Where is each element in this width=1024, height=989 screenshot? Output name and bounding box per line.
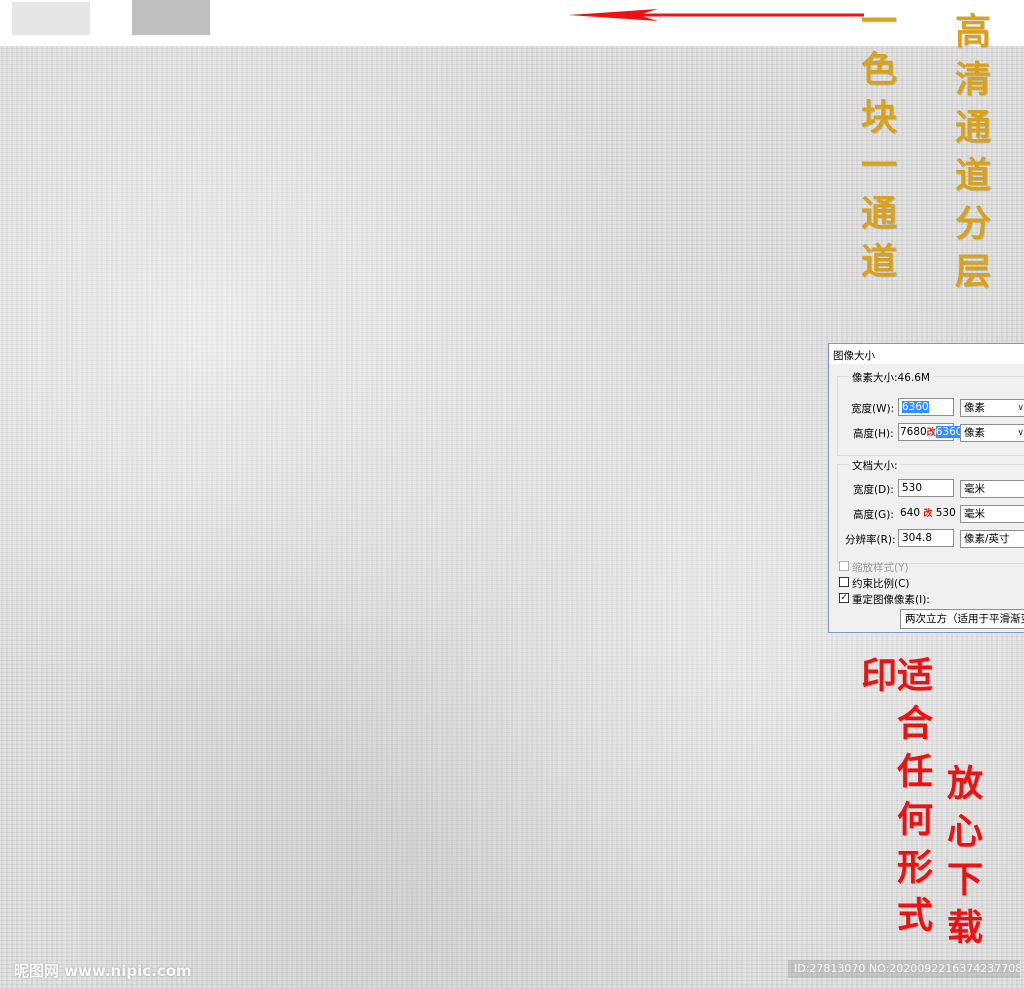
constrain-proportions-checkbox[interactable] [839,577,849,587]
pixel-size-label: 像素大小:46.6M [849,370,933,385]
pixel-height-unit-select[interactable]: 像素 ∨ [960,424,1024,442]
scale-styles-checkbox[interactable] [839,561,849,571]
arrow-left-icon [568,9,864,21]
resolution-unit-select[interactable]: 像素/英寸 [960,530,1024,548]
pixel-width-label: 宽度(W): [851,403,895,415]
doc-height-label: 高度(G): [853,509,894,521]
image-size-dialog: 图像大小 像素大小:46.6M 宽度(W): 6360 像素 ∨ 高度(H): 7… [828,343,1024,633]
resample-method-select[interactable]: 两次立方（适用于平滑渐变 [900,609,1024,629]
constrain-proportions-label: 约束比例(C) [852,578,910,590]
resolution-input[interactable]: 304.8 [898,529,954,547]
pixel-height-input[interactable]: 7680改6360 [898,423,963,441]
doc-height-input[interactable]: 640 改 530 [898,504,956,522]
dialog-title: 图像大小 [833,350,875,362]
doc-width-label: 宽度(D): [853,484,894,496]
resolution-label: 分辨率(R): [845,534,896,546]
annotation-gold-left: 一色块一通道 [855,2,897,290]
pixel-width-input[interactable]: 6360 [898,398,954,416]
color-swatch-light [12,2,90,35]
chevron-down-icon: ∨ [1017,428,1024,438]
doc-width-unit-select[interactable]: 毫米 [960,480,1024,498]
dialog-titlebar: 图像大小 [829,344,1024,364]
watermark-site: 昵图网 www.nipic.com [14,962,192,980]
annotation-gold-right: 高清通道分层 [949,12,991,300]
annotation-red-right: 放心下载 [941,764,983,956]
pixel-height-label: 高度(H): [853,428,894,440]
chevron-down-icon: ∨ [1017,403,1024,413]
resample-label: 重定图像像素(I): [852,594,930,606]
document-size-label: 文档大小: [849,458,901,473]
pixel-width-unit-select[interactable]: 像素 ∨ [960,399,1024,417]
scale-styles-label: 缩放样式(Y) [852,562,909,574]
color-swatch-dark [132,0,210,35]
watermark-id: ID:27813070 NO:20200922163742377080 [788,960,1020,978]
resample-checkbox[interactable]: ✓ [839,593,849,603]
doc-height-unit-select[interactable]: 毫米 [960,505,1024,523]
annotation-red-left: 适合任何形式印 [855,656,933,944]
doc-width-input[interactable]: 530 [898,479,954,497]
